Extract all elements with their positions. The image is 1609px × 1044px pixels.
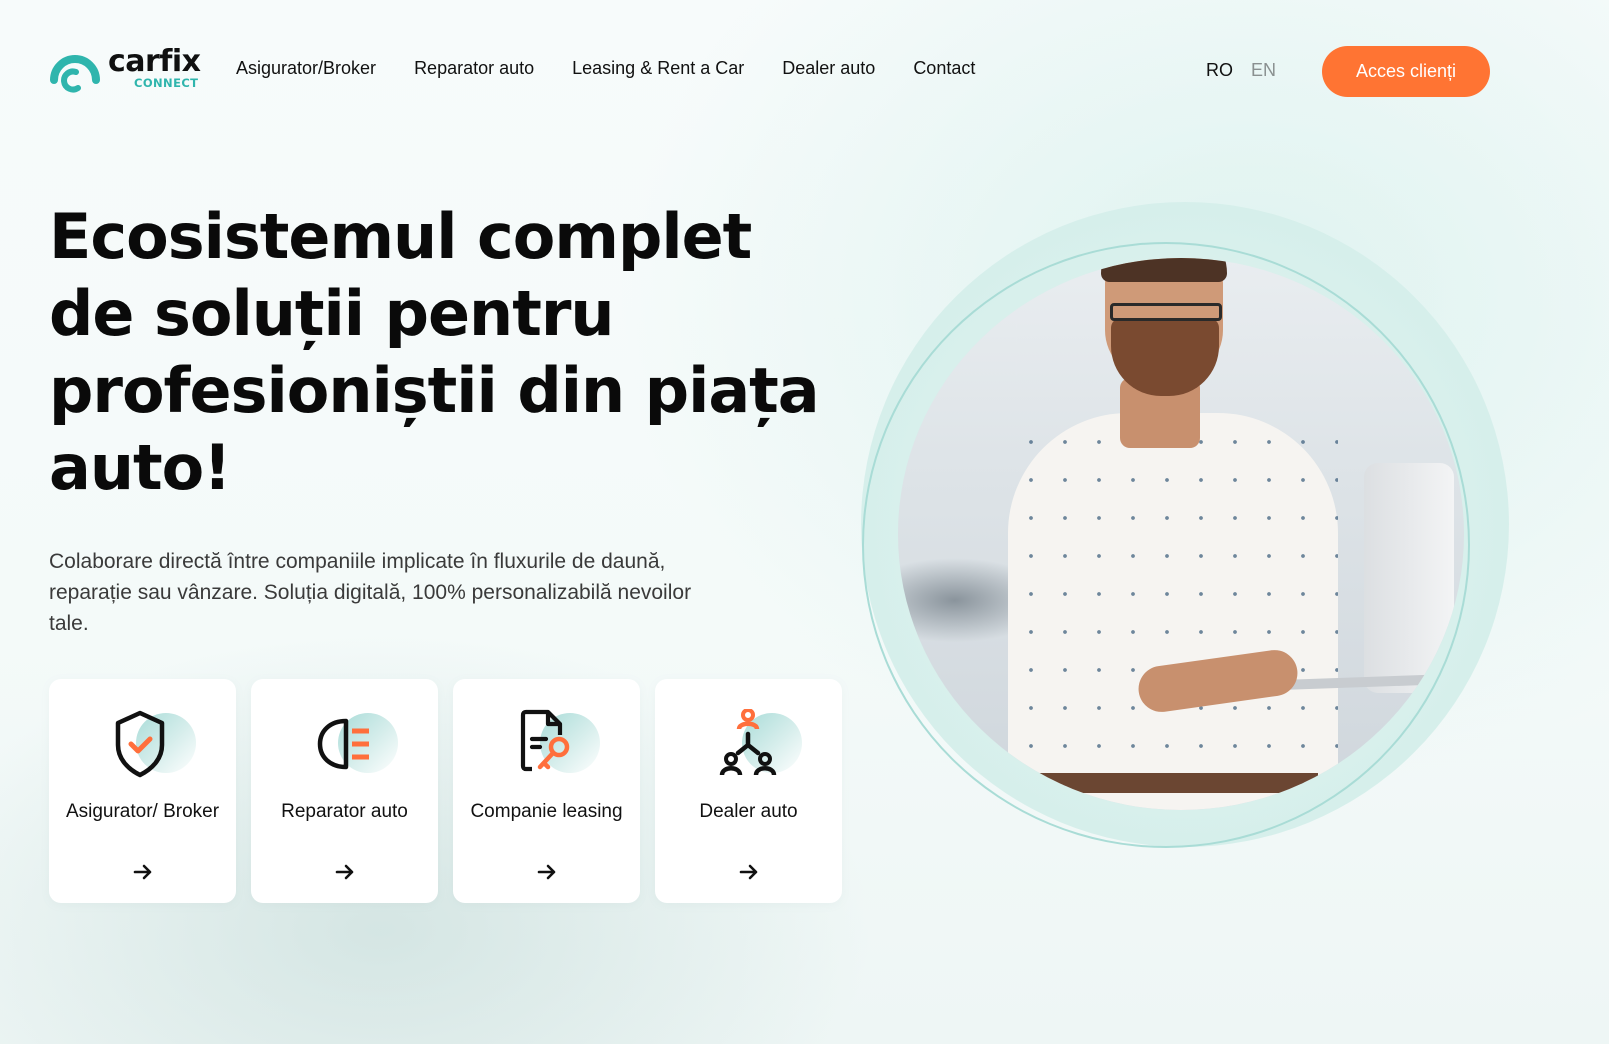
- card-label: Dealer auto: [699, 801, 798, 822]
- nav-item-reparator-auto[interactable]: Reparator auto: [414, 58, 534, 79]
- nav-item-asigurator-broker[interactable]: Asigurator/Broker: [236, 58, 376, 79]
- arrow-right-icon[interactable]: [537, 862, 557, 882]
- card-icon-wrap: [502, 709, 600, 779]
- logo[interactable]: carfix CONNECT: [48, 44, 208, 96]
- hero-subtitle: Colaborare directă între companiile impl…: [49, 550, 692, 635]
- logo-mark-icon: [50, 55, 100, 93]
- audience-cards: Asigurator/ Broker Reparator auto Compan…: [49, 679, 842, 903]
- hero-title: Ecosistemul complet de soluții pentru pr…: [49, 200, 820, 504]
- card-label: Asigurator/ Broker: [65, 801, 220, 822]
- portrait-hair: [1101, 258, 1227, 282]
- card-icon-wrap: [704, 709, 802, 779]
- nav-item-dealer-auto[interactable]: Dealer auto: [782, 58, 875, 79]
- card-label: Reparator auto: [281, 801, 408, 822]
- nav-item-leasing-rent-a-car[interactable]: Leasing & Rent a Car: [572, 58, 744, 79]
- document-key-icon: [520, 709, 569, 772]
- arrow-right-icon[interactable]: [133, 862, 153, 882]
- site-header: carfix CONNECT Asigurator/Broker Reparat…: [0, 0, 1609, 140]
- arrow-right-icon[interactable]: [739, 862, 759, 882]
- portrait-belt: [1038, 773, 1318, 793]
- hero-portrait-image: [898, 258, 1464, 810]
- card-companie-leasing[interactable]: Companie leasing: [453, 679, 640, 903]
- client-access-button[interactable]: Acces clienți: [1322, 46, 1490, 97]
- nav-item-contact[interactable]: Contact: [913, 58, 975, 79]
- card-dealer-auto[interactable]: Dealer auto: [655, 679, 842, 903]
- shield-check-icon: [115, 710, 164, 778]
- card-reparator-auto[interactable]: Reparator auto: [251, 679, 438, 903]
- language-switcher: RO EN: [1206, 60, 1276, 81]
- logo-wordmark: carfix: [108, 44, 201, 79]
- main-nav: Asigurator/Broker Reparator auto Leasing…: [236, 58, 1013, 79]
- arrow-right-icon[interactable]: [335, 862, 355, 882]
- card-icon-wrap: [98, 709, 196, 779]
- language-option-ro[interactable]: RO: [1206, 60, 1233, 81]
- portrait-laptop: [1364, 463, 1454, 693]
- card-label: Companie leasing: [470, 801, 623, 822]
- portrait-shirt: [1008, 413, 1338, 810]
- logo-subtitle: CONNECT: [134, 76, 199, 90]
- headlight-icon: [317, 718, 369, 770]
- portrait-glasses: [1110, 303, 1222, 321]
- network-people-icon: [719, 709, 776, 776]
- language-option-en[interactable]: EN: [1251, 60, 1276, 81]
- card-asigurator-broker[interactable]: Asigurator/ Broker: [49, 679, 236, 903]
- card-icon-wrap: [300, 709, 398, 779]
